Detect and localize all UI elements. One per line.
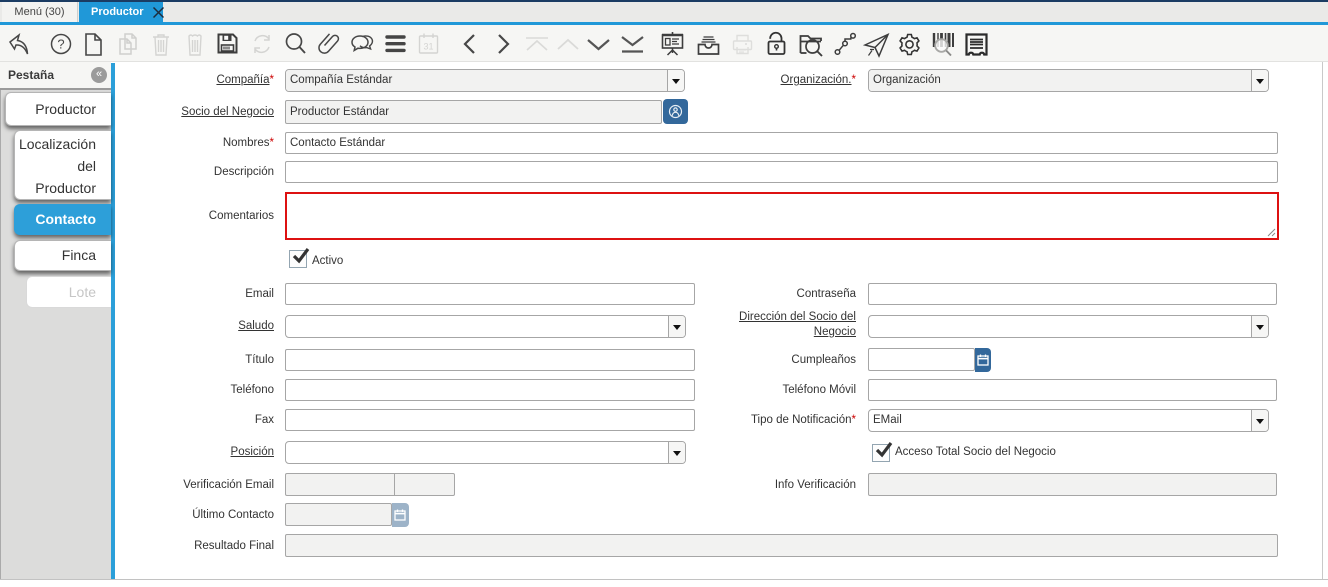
svg-text:?: ? xyxy=(57,37,64,52)
svg-text:31: 31 xyxy=(423,42,433,52)
